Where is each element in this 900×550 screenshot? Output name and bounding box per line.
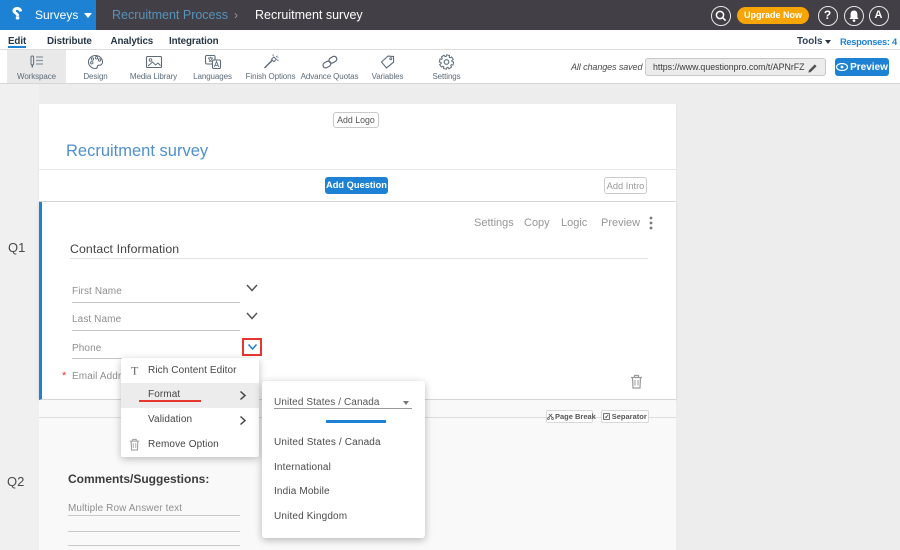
- svg-text:T: T: [131, 364, 139, 376]
